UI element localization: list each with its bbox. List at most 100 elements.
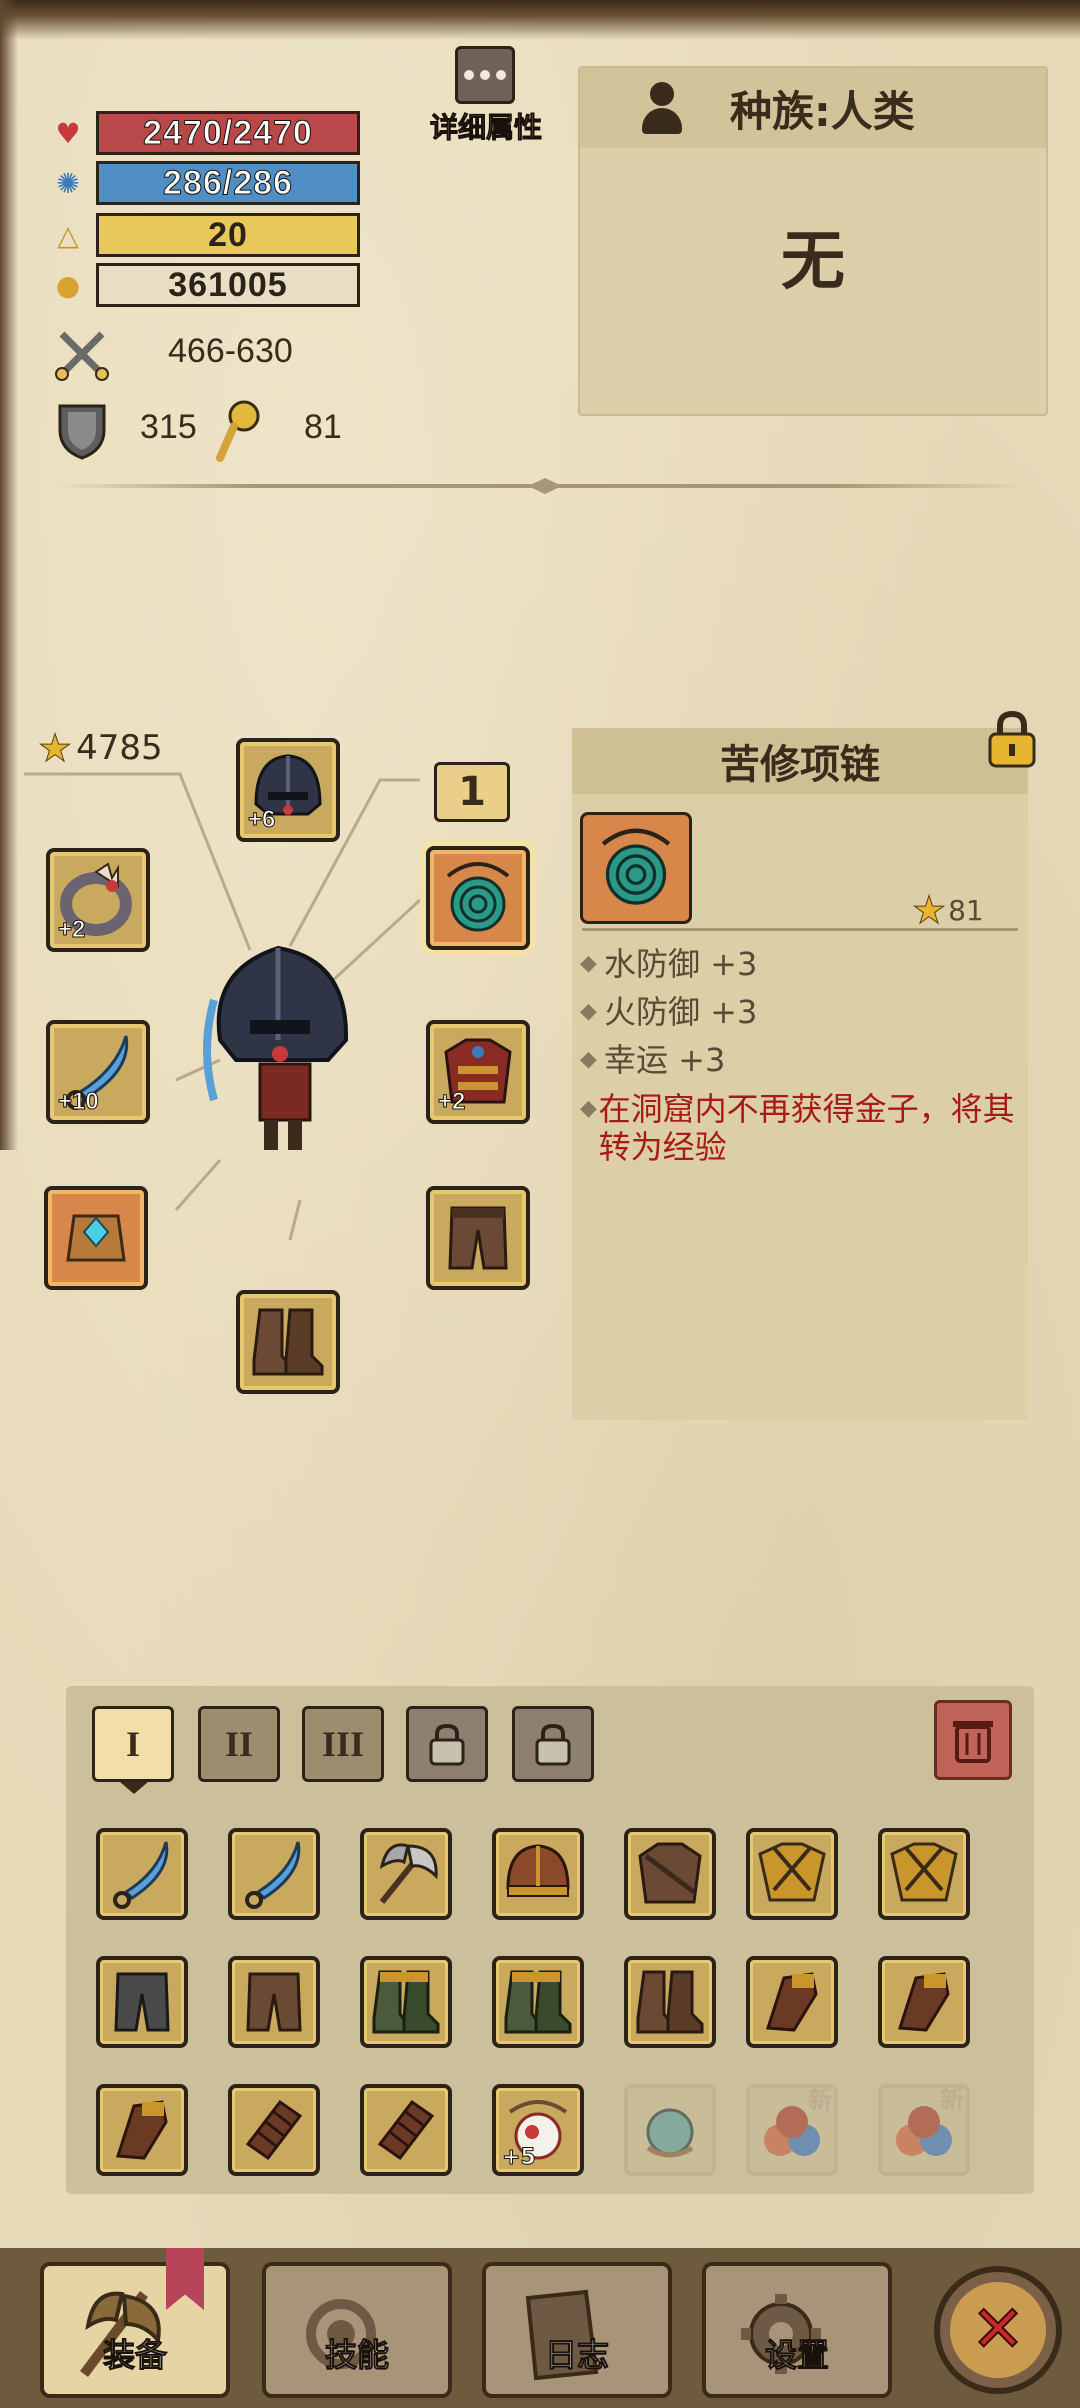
mp-row: ✺ 286/286 bbox=[48, 160, 360, 206]
equip-slot-armor[interactable]: +2 bbox=[426, 1020, 530, 1124]
ring-plus-badge: +2 bbox=[57, 916, 86, 944]
inventory-item-boots[interactable] bbox=[624, 1956, 716, 2048]
discard-button[interactable] bbox=[934, 1700, 1012, 1780]
inventory-item-bracer[interactable] bbox=[360, 2084, 452, 2176]
scimitar-icon bbox=[113, 1841, 169, 1909]
trash-icon bbox=[953, 1721, 993, 1763]
inventory-item-gauntlet[interactable] bbox=[878, 1956, 970, 2048]
gold-armor-icon bbox=[890, 1842, 958, 1902]
item-special-effect: ◆ 在洞窟内不再获得金子，将其转为经验 bbox=[580, 1090, 1015, 1166]
inventory-tab-3[interactable]: III bbox=[302, 1706, 384, 1782]
inventory-item-armor[interactable] bbox=[624, 1828, 716, 1920]
boots-icon bbox=[636, 1970, 704, 2034]
inventory-item-gauntlet[interactable] bbox=[746, 1956, 838, 2048]
item-attribute-list: ◆ 水防御 +3 ◆ 火防御 +3 ◆ 幸运 +3 ◆ 在洞窟内不再获得金子，将其转为经… bbox=[580, 940, 1020, 1166]
inventory-item-armor[interactable] bbox=[746, 1828, 838, 1920]
nav-skills-label: 技能 bbox=[324, 2336, 389, 2375]
nav-log-label: 日志 bbox=[544, 2336, 609, 2375]
inventory-item-new-potion[interactable]: 新 bbox=[746, 2084, 838, 2176]
divider-ornament-icon bbox=[528, 478, 562, 494]
inventory-item-boots[interactable] bbox=[360, 1956, 452, 2048]
scimitar-icon bbox=[245, 1841, 301, 1909]
inventory-item-pants[interactable] bbox=[96, 1956, 188, 2048]
lock-icon[interactable] bbox=[986, 710, 1038, 768]
close-button[interactable]: ✕ bbox=[934, 2266, 1062, 2394]
pants-icon bbox=[448, 1206, 508, 1270]
item-detail-panel: 苦修项链 ★ 81 ◆ 水防御 +3 ◆ 火防御 +3 ◆ 幸运 +3 ◆ 在洞窟内不再… bbox=[572, 710, 1036, 1420]
gauntlet-icon bbox=[765, 1972, 818, 2032]
equip-slot-boots[interactable] bbox=[236, 1290, 340, 1394]
item-detail-header: 苦修项链 bbox=[572, 728, 1028, 794]
equip-slot-weapon[interactable]: +10 bbox=[46, 1020, 150, 1124]
new-badge: 新 bbox=[808, 2086, 832, 2114]
hp-bar: 2470/2470 bbox=[96, 111, 360, 155]
active-tab-pointer-icon bbox=[120, 1782, 148, 1794]
nav-log-button[interactable]: 日志 bbox=[482, 2262, 672, 2398]
equip-slot-ring[interactable]: +2 bbox=[46, 848, 150, 952]
close-x-icon: ✕ bbox=[970, 2293, 1026, 2367]
detail-attributes-button[interactable]: 详细属性 bbox=[430, 46, 543, 146]
attack-value: 466-630 bbox=[168, 332, 293, 370]
inventory-item-helmet[interactable] bbox=[492, 1828, 584, 1920]
item-star-rating: ★ 81 bbox=[911, 888, 983, 933]
race-header: 种族:人类 bbox=[580, 68, 1046, 148]
hp-row: ♥ 2470/2470 bbox=[48, 110, 360, 156]
inventory-tab-2[interactable]: II bbox=[198, 1706, 280, 1782]
nav-settings-button[interactable]: 设置 bbox=[702, 2262, 892, 2398]
magic-value: 81 bbox=[304, 408, 342, 446]
inventory-tab-locked-4[interactable] bbox=[406, 1706, 488, 1782]
equip-slot-helmet[interactable]: +6 bbox=[236, 738, 340, 842]
weapon-plus-badge: +10 bbox=[58, 1088, 100, 1116]
defense-value: 315 bbox=[140, 408, 197, 446]
equip-slot-bracer[interactable] bbox=[44, 1186, 148, 1290]
item-detail-divider bbox=[582, 928, 1018, 931]
equip-slot-pants[interactable] bbox=[426, 1186, 530, 1290]
item-detail-icon bbox=[580, 812, 692, 924]
more-dots-icon bbox=[455, 46, 515, 104]
boots-icon bbox=[372, 1970, 440, 2034]
item-name: 苦修项链 bbox=[720, 742, 880, 788]
inventory-item-boots[interactable] bbox=[492, 1956, 584, 2048]
armor-plus-badge: +2 bbox=[437, 1088, 466, 1116]
inventory-item-gauntlet[interactable] bbox=[96, 2084, 188, 2176]
leather-armor-icon bbox=[638, 1842, 702, 1904]
bracer-icon bbox=[245, 2099, 303, 2161]
equipment-set-number[interactable]: 1 bbox=[434, 762, 510, 822]
item-attribute: ◆ 水防御 +3 bbox=[580, 945, 758, 983]
necklace-icon bbox=[601, 828, 671, 905]
gold-row: ● 361005 bbox=[48, 262, 360, 308]
gauntlet-icon bbox=[115, 2100, 168, 2160]
equip-slot-necklace[interactable] bbox=[426, 846, 530, 950]
item-plus-badge: +5 bbox=[502, 2145, 537, 2171]
inventory-item-pants[interactable] bbox=[228, 1956, 320, 2048]
inventory-item-new-orb[interactable] bbox=[624, 2084, 716, 2176]
item-attribute: ◆ 幸运 +3 bbox=[580, 1041, 726, 1079]
inventory-tab-1[interactable]: I bbox=[92, 1706, 174, 1782]
padlock-icon bbox=[429, 1723, 465, 1766]
mp-bar: 286/286 bbox=[96, 161, 360, 205]
gold-coins-icon: ● bbox=[55, 268, 81, 302]
hero-character bbox=[203, 945, 349, 1150]
boots-icon bbox=[504, 1970, 572, 2034]
inventory-item-axe[interactable] bbox=[360, 1828, 452, 1920]
leather-helmet-icon bbox=[506, 1844, 570, 1897]
race-panel: 种族:人类 无 bbox=[578, 66, 1048, 416]
race-description: 无 bbox=[781, 225, 845, 299]
inventory-item-scimitar[interactable] bbox=[228, 1828, 320, 1920]
nav-skills-button[interactable]: 技能 bbox=[262, 2262, 452, 2398]
race-title: 种族:人类 bbox=[730, 86, 915, 136]
inventory-item-eye-amulet[interactable]: +5 bbox=[492, 2084, 584, 2176]
inventory-item-bracer[interactable] bbox=[228, 2084, 320, 2176]
magic-staff-icon bbox=[212, 398, 264, 462]
pants-icon bbox=[114, 1972, 170, 2032]
inventory-item-new-potion[interactable]: 新 bbox=[878, 2084, 970, 2176]
gold-armor-icon bbox=[758, 1842, 826, 1902]
top-frame-edge bbox=[0, 0, 1080, 40]
star-icon: ★ bbox=[911, 888, 947, 933]
bracer-icon bbox=[66, 1214, 126, 1262]
inventory-tab-locked-5[interactable] bbox=[512, 1706, 594, 1782]
necklace-icon bbox=[446, 862, 510, 932]
inventory-item-scimitar[interactable] bbox=[96, 1828, 188, 1920]
inventory-item-armor[interactable] bbox=[878, 1828, 970, 1920]
item-attribute: ◆ 火防御 +3 bbox=[580, 993, 758, 1031]
